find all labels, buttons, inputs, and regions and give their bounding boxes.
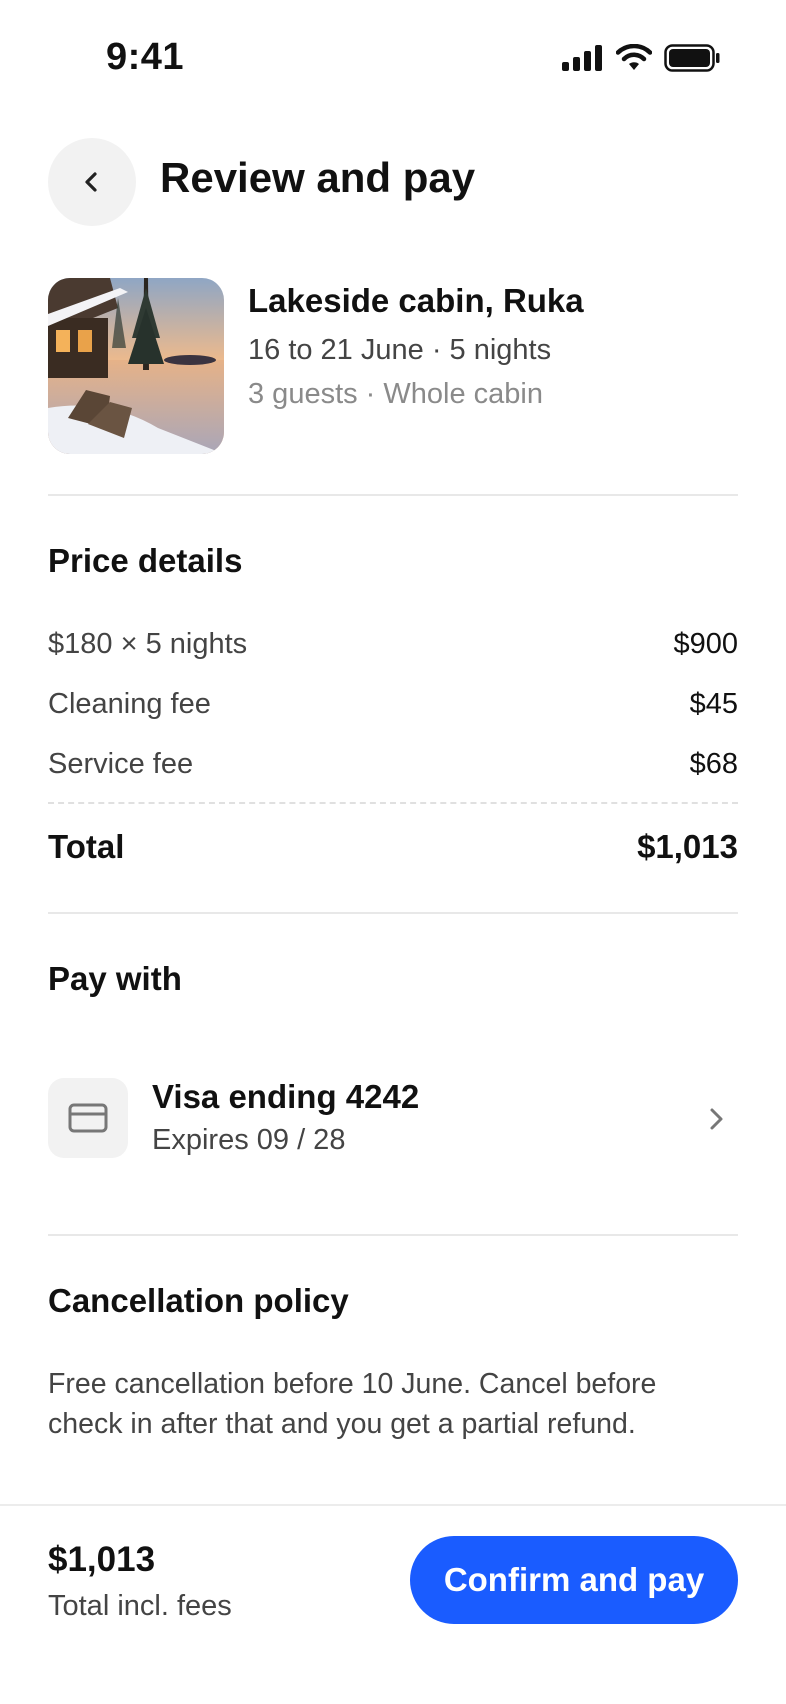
- price-row-service: Service fee $68: [48, 744, 738, 784]
- price-value: $45: [689, 687, 738, 720]
- status-icons: [562, 44, 720, 72]
- price-value: $68: [689, 747, 738, 780]
- divider: [48, 494, 738, 496]
- wifi-icon: [616, 44, 652, 70]
- price-value: $900: [673, 627, 738, 660]
- listing-guests: 3 guests · Whole cabin: [248, 378, 543, 410]
- back-button[interactable]: [48, 138, 136, 226]
- total-label: Total: [48, 828, 125, 865]
- status-time: 9:41: [106, 36, 185, 78]
- cancellation-title: Cancellation policy: [48, 1282, 349, 1319]
- footer-total: $1,013: [48, 1540, 156, 1579]
- status-bar: 9:41: [0, 0, 786, 120]
- price-label: $180 × 5 nights: [48, 627, 248, 660]
- price-details-title: Price details: [48, 542, 243, 579]
- dashed-divider: [48, 802, 738, 804]
- chevron-left-icon: [85, 172, 97, 192]
- confirm-and-pay-button[interactable]: Confirm and pay: [410, 1536, 738, 1624]
- price-label: Service fee: [48, 747, 194, 780]
- signal-icon: [562, 45, 602, 71]
- pay-with-title: Pay with: [48, 960, 182, 997]
- credit-card-icon: [68, 1103, 108, 1133]
- cancellation-text: Free cancellation before 10 June. Cancel…: [48, 1368, 657, 1440]
- card-expiry: Expires 09 / 28: [152, 1124, 346, 1156]
- payment-method-row[interactable]: Visa ending 4242 Expires 09 / 28: [48, 1078, 738, 1158]
- checkout-footer: $1,013 Total incl. fees Confirm and pay: [0, 1504, 786, 1704]
- price-label: Cleaning fee: [48, 687, 211, 720]
- price-row-cleaning: Cleaning fee $45: [48, 684, 738, 724]
- total-row: Total $1,013: [48, 828, 738, 866]
- footer-total-caption: Total incl. fees: [48, 1590, 232, 1622]
- battery-icon: [664, 44, 720, 72]
- card-name: Visa ending 4242: [152, 1078, 420, 1115]
- total-value: $1,013: [637, 828, 738, 865]
- listing-photo: [48, 278, 224, 454]
- divider: [48, 912, 738, 914]
- divider: [48, 1234, 738, 1236]
- card-icon-box: [48, 1078, 128, 1158]
- listing-dates: 16 to 21 June · 5 nights: [248, 334, 552, 366]
- listing-title: Lakeside cabin, Ruka: [248, 282, 584, 319]
- page-title: Review and pay: [160, 154, 476, 201]
- price-row-nights: $180 × 5 nights $900: [48, 624, 738, 664]
- chevron-right-icon: [710, 1108, 723, 1130]
